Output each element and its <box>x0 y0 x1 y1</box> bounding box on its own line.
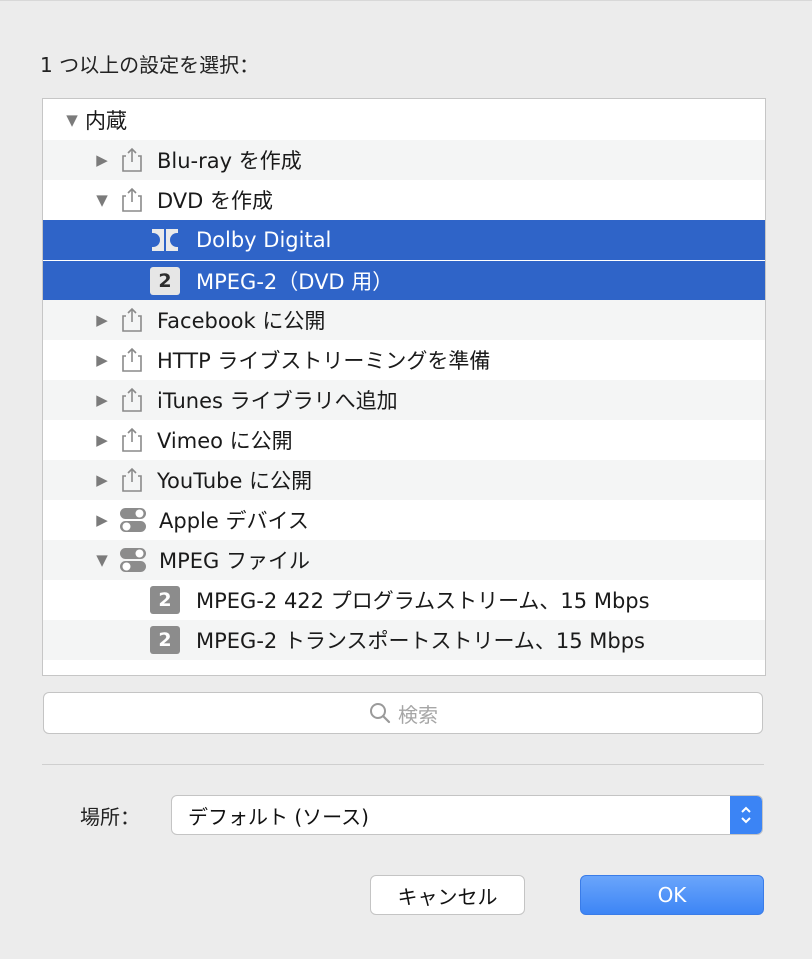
disclosure-collapsed-icon[interactable]: ▶ <box>93 471 111 489</box>
mpeg2-badge-icon: 2 <box>150 626 180 654</box>
disclosure-expanded-icon[interactable]: ▼ <box>63 111 81 129</box>
tree-row-label: MPEG-2 トランスポートストリーム、15 Mbps <box>196 629 646 653</box>
tree-row[interactable]: ▶ HTTP ライブストリーミングを準備 <box>43 340 765 380</box>
tree-row-label: HTTP ライブストリーミングを準備 <box>157 349 491 373</box>
divider <box>42 764 764 765</box>
disclosure-expanded-icon[interactable]: ▼ <box>93 551 111 569</box>
tree-row[interactable]: ▶ iTunes ライブラリへ追加 <box>43 380 765 420</box>
search-placeholder: 検索 <box>398 702 438 727</box>
tree-row-label: DVD を作成 <box>157 189 274 213</box>
toggle-icon <box>119 547 147 573</box>
tree-row[interactable]: ▶ YouTube に公開 <box>43 460 765 500</box>
location-value: デフォルト (ソース) <box>188 804 369 829</box>
tree-row-label: Apple デバイス <box>159 509 309 533</box>
tree-row-label: MPEG ファイル <box>159 549 310 573</box>
tree-row[interactable]: ▼ MPEG ファイル <box>43 540 765 580</box>
tree-row[interactable]: ▶ Blu-ray を作成 <box>43 140 765 180</box>
tree-row[interactable]: 2 MPEG-2 422 プログラムストリーム、15 Mbps <box>43 580 765 620</box>
tree-row-label: MPEG-2 422 プログラムストリーム、15 Mbps <box>196 589 650 613</box>
location-popup[interactable]: デフォルト (ソース) <box>171 795 763 835</box>
share-icon <box>121 347 143 373</box>
tree-row-label: Dolby Digital <box>196 228 332 252</box>
toggle-icon <box>119 507 147 533</box>
ok-button[interactable]: OK <box>580 875 764 915</box>
disclosure-collapsed-icon[interactable]: ▶ <box>93 391 111 409</box>
share-icon <box>121 387 143 413</box>
tree-row[interactable]: ▶ Apple デバイス <box>43 500 765 540</box>
settings-tree[interactable]: ▼ 内蔵 ▶ Blu-ray を作成 ▼ DVD を作成 Dolby Digital 2 MPE… <box>42 98 766 676</box>
tree-row[interactable]: ▶ Facebook に公開 <box>43 300 765 340</box>
prompt-label: 1 つ以上の設定を選択： <box>40 53 260 77</box>
disclosure-collapsed-icon[interactable]: ▶ <box>93 431 111 449</box>
tree-row-label: Facebook に公開 <box>157 309 326 333</box>
disclosure-collapsed-icon[interactable]: ▶ <box>93 311 111 329</box>
tree-row-label: 内蔵 <box>85 109 127 133</box>
disclosure-collapsed-icon[interactable]: ▶ <box>93 151 111 169</box>
updown-chevron-icon[interactable] <box>730 796 762 834</box>
disclosure-expanded-icon[interactable]: ▼ <box>93 191 111 209</box>
settings-dialog: 1 つ以上の設定を選択： ▼ 内蔵 ▶ Blu-ray を作成 ▼ DVD を作成 Dolb… <box>0 0 812 959</box>
location-label: 場所： <box>80 805 140 829</box>
share-icon <box>121 187 143 213</box>
tree-row-label: MPEG-2（DVD 用） <box>196 269 394 294</box>
tree-row-label: Vimeo に公開 <box>157 429 293 453</box>
tree-row[interactable]: ▼ DVD を作成 <box>43 180 765 220</box>
cancel-button[interactable]: キャンセル <box>370 875 525 915</box>
share-icon <box>121 467 143 493</box>
mpeg2-badge-icon: 2 <box>150 586 180 614</box>
share-icon <box>121 427 143 453</box>
mpeg2-badge-icon: 2 <box>150 266 180 295</box>
tree-row[interactable]: ▶ Vimeo に公開 <box>43 420 765 460</box>
share-icon <box>121 307 143 333</box>
tree-row[interactable]: Dolby Digital <box>43 220 765 260</box>
dolby-icon <box>150 227 180 253</box>
search-icon <box>370 703 391 724</box>
disclosure-collapsed-icon[interactable]: ▶ <box>93 351 111 369</box>
tree-row[interactable]: 2 MPEG-2（DVD 用） <box>43 260 765 300</box>
tree-row-label: Blu-ray を作成 <box>157 149 302 173</box>
tree-row[interactable]: ▼ 内蔵 <box>43 100 765 140</box>
tree-row-label: iTunes ライブラリへ追加 <box>157 389 398 413</box>
search-field[interactable]: 検索 <box>43 692 763 734</box>
disclosure-collapsed-icon[interactable]: ▶ <box>93 511 111 529</box>
tree-row[interactable]: 2 MPEG-2 トランスポートストリーム、15 Mbps <box>43 620 765 660</box>
share-icon <box>121 147 143 173</box>
tree-row-label: YouTube に公開 <box>157 469 313 493</box>
